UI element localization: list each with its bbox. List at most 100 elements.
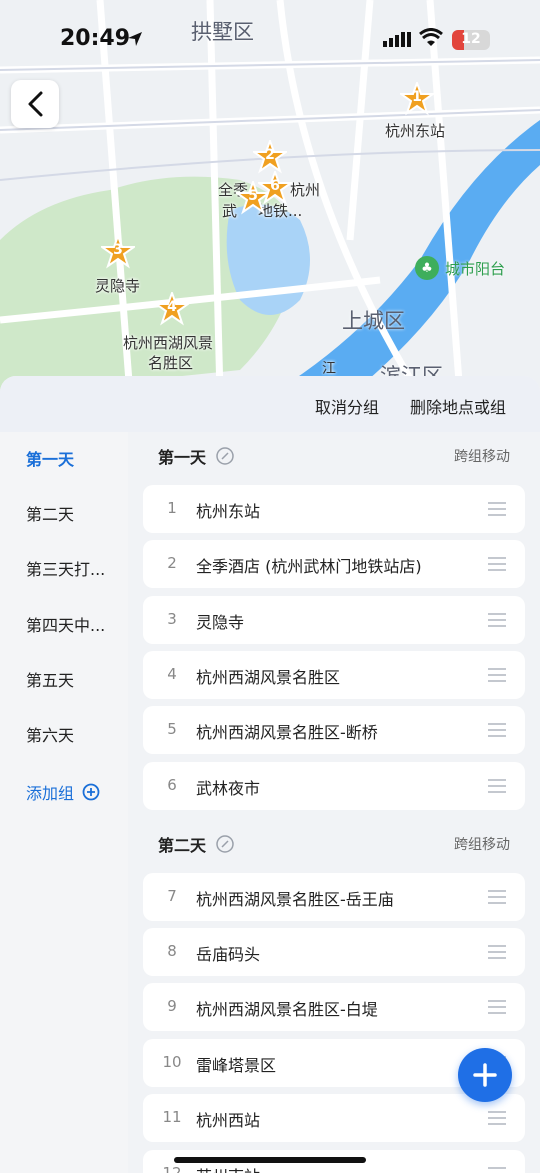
item-number: 5 (167, 720, 177, 738)
sidebar-item-day4[interactable]: 第四天中... (0, 598, 128, 653)
road-label: 江 (322, 361, 336, 377)
item-name: 杭州东站 (196, 502, 261, 521)
sidebar-item-day5[interactable]: 第五天 (0, 653, 128, 708)
item-number: 10 (162, 1053, 182, 1071)
add-place-button[interactable] (458, 1048, 512, 1102)
itinerary-sheet: 取消分组 删除地点或组 第一天 第二天 第三天打... 第四天中... 第五天 … (0, 376, 540, 1173)
map-pin[interactable]: 4 (152, 290, 192, 326)
list-item[interactable]: 7 杭州西湖风景名胜区-岳王庙 (143, 873, 525, 921)
pin-number: 3 (113, 242, 123, 258)
back-button[interactable] (11, 80, 59, 128)
list-item[interactable]: 3 灵隐寺 (143, 596, 525, 644)
cross-group-move-button[interactable]: 跨组移动 (454, 446, 510, 466)
drag-handle-icon[interactable] (487, 722, 507, 738)
map-pin[interactable]: 6 (255, 169, 295, 205)
pin-number: 6 (270, 178, 280, 194)
edit-icon[interactable] (216, 447, 234, 465)
drag-handle-icon[interactable] (487, 612, 507, 628)
pin-label: 灵隐寺 (95, 277, 141, 295)
item-number: 12 (162, 1164, 182, 1173)
item-number: 9 (167, 997, 177, 1015)
add-group-button[interactable]: 添加组 (26, 780, 100, 804)
pin-label: 名胜区 (148, 354, 194, 372)
pin-number: 2 (265, 147, 275, 163)
sidebar-item-day2[interactable]: 第二天 (0, 487, 128, 542)
item-name: 苏州南站 (196, 1163, 260, 1173)
item-number: 8 (167, 942, 177, 960)
item-number: 2 (167, 554, 177, 572)
drag-handle-icon[interactable] (487, 778, 507, 794)
item-number: 3 (167, 610, 177, 628)
list-item[interactable]: 6 武林夜市 (143, 762, 525, 810)
district-label: 拱墅区 (191, 20, 254, 44)
plus-circle-icon (82, 783, 100, 801)
poi-label: 城市阳台 (445, 259, 506, 278)
sidebar-item-day3[interactable]: 第三天打... (0, 542, 128, 597)
list-item[interactable]: 4 杭州西湖风景名胜区 (143, 651, 525, 699)
drag-handle-icon[interactable] (487, 667, 507, 683)
list-item[interactable]: 8 岳庙码头 (143, 928, 525, 976)
delete-place-or-group-button[interactable]: 删除地点或组 (410, 394, 506, 418)
item-name: 灵隐寺 (196, 613, 245, 632)
item-number: 6 (167, 776, 177, 794)
status-time: 20:49 (60, 26, 131, 51)
item-name: 杭州西湖风景名胜区-断桥 (196, 723, 378, 742)
item-name: 岳庙码头 (196, 945, 261, 964)
cellular-signal-icon (383, 32, 411, 47)
chevron-left-icon (28, 91, 43, 117)
item-number: 1 (167, 499, 177, 517)
battery-level: 12 (461, 31, 481, 47)
pin-number: 4 (167, 299, 177, 315)
group-title: 第一天 (158, 448, 207, 467)
drag-handle-icon[interactable] (487, 501, 507, 517)
add-group-label: 添加组 (26, 784, 75, 803)
poi-city-balcony[interactable]: ♣ 城市阳台 (415, 256, 505, 280)
item-name: 杭州西湖风景名胜区 (196, 668, 341, 687)
drag-handle-icon[interactable] (487, 889, 507, 905)
sidebar-item-day6[interactable]: 第六天 (0, 708, 128, 763)
sidebar-item-day1[interactable]: 第一天 (0, 432, 128, 487)
item-name: 雷峰塔景区 (196, 1056, 277, 1075)
home-indicator (174, 1157, 366, 1163)
group-header: 第二天 (158, 832, 234, 856)
pin-label: 杭州西湖风景 (123, 334, 214, 352)
wifi-icon (419, 28, 443, 46)
group-header: 第一天 (158, 444, 234, 468)
map-view[interactable]: 20:49 12 拱墅区 上城区 滨江区 江 1 杭州 (0, 0, 540, 395)
item-name: 杭州西站 (196, 1111, 261, 1130)
cross-group-move-button[interactable]: 跨组移动 (454, 834, 510, 854)
item-number: 11 (162, 1108, 182, 1126)
group-sidebar: 第一天 第二天 第三天打... 第四天中... 第五天 第六天 添加组 (0, 432, 128, 1173)
pin-label: 杭州 (290, 181, 321, 199)
battery-indicator: 12 (452, 30, 490, 50)
edit-icon[interactable] (216, 835, 234, 853)
list-item[interactable]: 11 杭州西站 (143, 1094, 525, 1142)
item-name: 杭州西湖风景名胜区-岳王庙 (196, 890, 394, 909)
list-item[interactable]: 2 全季酒店 (杭州武林门地铁站店) (143, 540, 525, 588)
location-arrow-icon (128, 32, 142, 46)
pin-label: 杭州东站 (385, 122, 446, 140)
list-item[interactable]: 9 杭州西湖风景名胜区-白堤 (143, 983, 525, 1031)
map-pin[interactable]: 3 (98, 233, 138, 269)
drag-handle-icon[interactable] (487, 1166, 507, 1173)
drag-handle-icon[interactable] (487, 556, 507, 572)
tree-icon: ♣ (415, 256, 439, 280)
list-item[interactable]: 5 杭州西湖风景名胜区-断桥 (143, 706, 525, 754)
item-number: 7 (167, 887, 177, 905)
district-label: 上城区 (342, 309, 405, 333)
drag-handle-icon[interactable] (487, 999, 507, 1015)
item-name: 全季酒店 (杭州武林门地铁站店) (196, 557, 422, 576)
map-pin[interactable]: 1 (397, 80, 437, 116)
group-title: 第二天 (158, 836, 207, 855)
drag-handle-icon[interactable] (487, 944, 507, 960)
list-item[interactable]: 1 杭州东站 (143, 485, 525, 533)
item-name: 武林夜市 (196, 779, 261, 798)
cancel-grouping-button[interactable]: 取消分组 (315, 394, 379, 418)
pin-number: 1 (412, 89, 422, 105)
map-pin[interactable]: 2 (250, 138, 290, 174)
status-bar: 20:49 12 (0, 0, 540, 80)
pin-label: 武 (222, 202, 238, 220)
item-number: 4 (167, 665, 177, 683)
drag-handle-icon[interactable] (487, 1110, 507, 1126)
action-bar: 取消分组 删除地点或组 (0, 376, 540, 432)
